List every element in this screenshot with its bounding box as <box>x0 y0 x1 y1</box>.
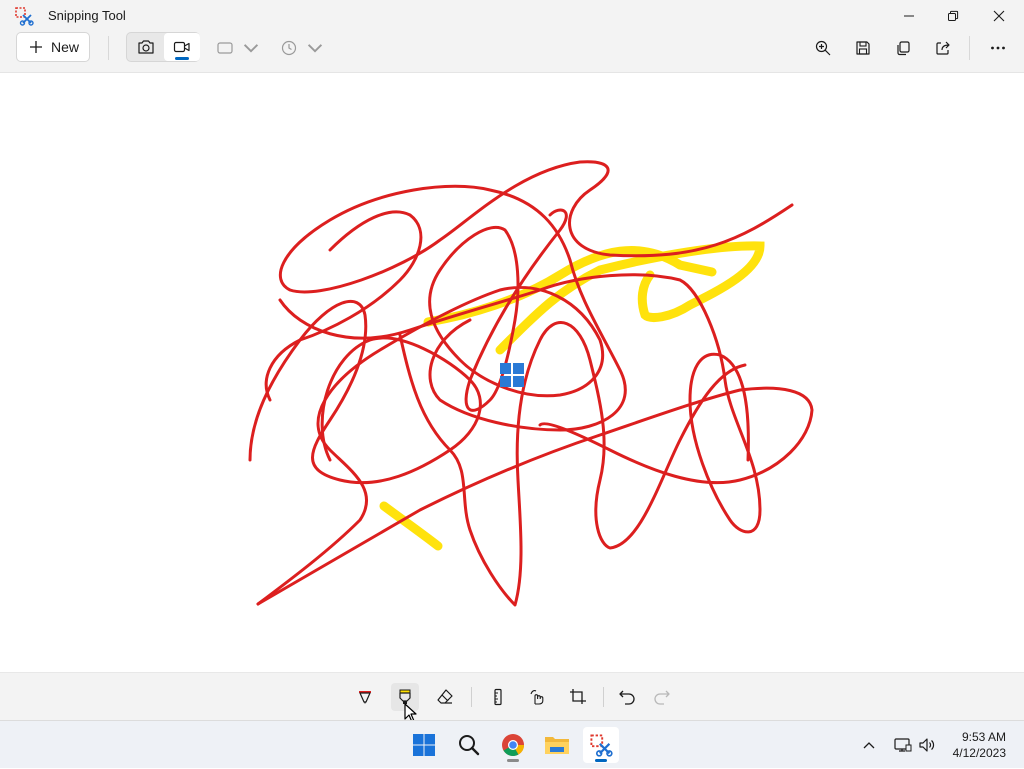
chrome-taskbar-button[interactable] <box>495 727 531 763</box>
chrome-icon <box>502 734 524 756</box>
share-icon <box>936 41 950 55</box>
chevron-down-icon <box>243 44 259 53</box>
crop-icon <box>570 689 586 704</box>
undo-button[interactable] <box>613 683 641 711</box>
pen-stroke <box>264 210 423 402</box>
touch-writing-button[interactable] <box>524 683 552 711</box>
active-mode-indicator <box>175 57 189 60</box>
share-button[interactable] <box>931 36 955 60</box>
snipping-tool-icon <box>14 6 34 26</box>
window-title: Snipping Tool <box>48 8 126 23</box>
save-button[interactable] <box>851 36 875 60</box>
windows-start-icon <box>413 734 435 756</box>
record-mode-button[interactable] <box>164 33 200 61</box>
eraser-icon <box>437 689 453 704</box>
clock-icon <box>281 40 297 56</box>
toolbar-divider <box>969 36 970 60</box>
minimize-icon <box>904 15 914 17</box>
file-explorer-button[interactable] <box>539 727 575 763</box>
title-bar: Snipping Tool <box>0 0 1024 32</box>
show-hidden-icons-button[interactable] <box>858 733 880 757</box>
chevron-down-icon <box>307 44 323 53</box>
snipping-tool-icon <box>590 734 613 757</box>
chevron-up-icon <box>863 742 875 749</box>
search-button[interactable] <box>451 727 487 763</box>
eraser-button[interactable] <box>431 683 459 711</box>
camera-icon <box>138 40 154 54</box>
ink-toolbar-divider <box>603 687 604 707</box>
minimize-button[interactable] <box>886 0 932 32</box>
system-tray <box>858 721 938 769</box>
active-app-indicator <box>595 759 607 762</box>
pen-strokes <box>248 160 814 607</box>
taskbar: 9:53 AM 4/12/2023 <box>0 720 1024 768</box>
snip-canvas[interactable] <box>0 73 1024 672</box>
running-indicator <box>507 759 519 762</box>
ballpoint-pen-icon <box>359 691 371 704</box>
volume-icon <box>919 738 935 752</box>
plus-icon <box>30 41 42 53</box>
crop-button[interactable] <box>564 683 592 711</box>
restore-icon <box>948 10 959 21</box>
snipping-tool-taskbar-button[interactable] <box>583 727 619 763</box>
snip-mode-button[interactable] <box>128 33 164 61</box>
snip-shape-dropdown[interactable] <box>216 36 260 60</box>
file-explorer-icon <box>545 737 569 754</box>
toolbar: New <box>0 32 1024 73</box>
toolbar-divider <box>108 36 109 60</box>
new-button-label: New <box>51 39 80 55</box>
redo-button[interactable] <box>648 683 676 711</box>
copy-icon <box>897 41 910 56</box>
ink-toolbar-divider <box>471 687 472 707</box>
ballpoint-pen-button[interactable] <box>351 683 379 711</box>
close-icon <box>993 10 1005 22</box>
taskbar-clock[interactable]: 9:53 AM 4/12/2023 <box>953 729 1006 761</box>
undo-icon <box>619 690 635 705</box>
delay-dropdown[interactable] <box>280 36 324 60</box>
zoom-icon <box>815 40 831 56</box>
network-icon <box>894 738 912 752</box>
rectangle-icon <box>217 42 233 54</box>
zoom-button[interactable] <box>811 36 835 60</box>
save-icon <box>856 41 870 55</box>
highlighter-stroke <box>495 241 765 355</box>
network-button[interactable] <box>892 733 914 757</box>
start-button[interactable] <box>406 727 442 763</box>
ruler-button[interactable] <box>484 683 512 711</box>
capture-mode-toggle <box>126 32 200 62</box>
pen-stroke <box>248 299 482 485</box>
new-snip-button[interactable]: New <box>16 32 90 62</box>
copy-button[interactable] <box>891 36 915 60</box>
redo-icon <box>654 690 670 705</box>
clock-date: 4/12/2023 <box>952 746 1006 760</box>
more-icon <box>991 46 1005 50</box>
ink-toolbar <box>0 672 1024 723</box>
restore-button[interactable] <box>930 0 976 32</box>
close-button[interactable] <box>976 0 1022 32</box>
ruler-icon <box>494 688 502 706</box>
clock-time: 9:53 AM <box>961 730 1006 744</box>
drawing-surface <box>248 160 814 607</box>
video-icon <box>173 41 190 53</box>
search-icon <box>459 735 480 756</box>
volume-button[interactable] <box>916 733 938 757</box>
touch-writing-icon <box>530 690 544 705</box>
pen-stroke <box>256 386 814 606</box>
more-options-button[interactable] <box>986 36 1010 60</box>
